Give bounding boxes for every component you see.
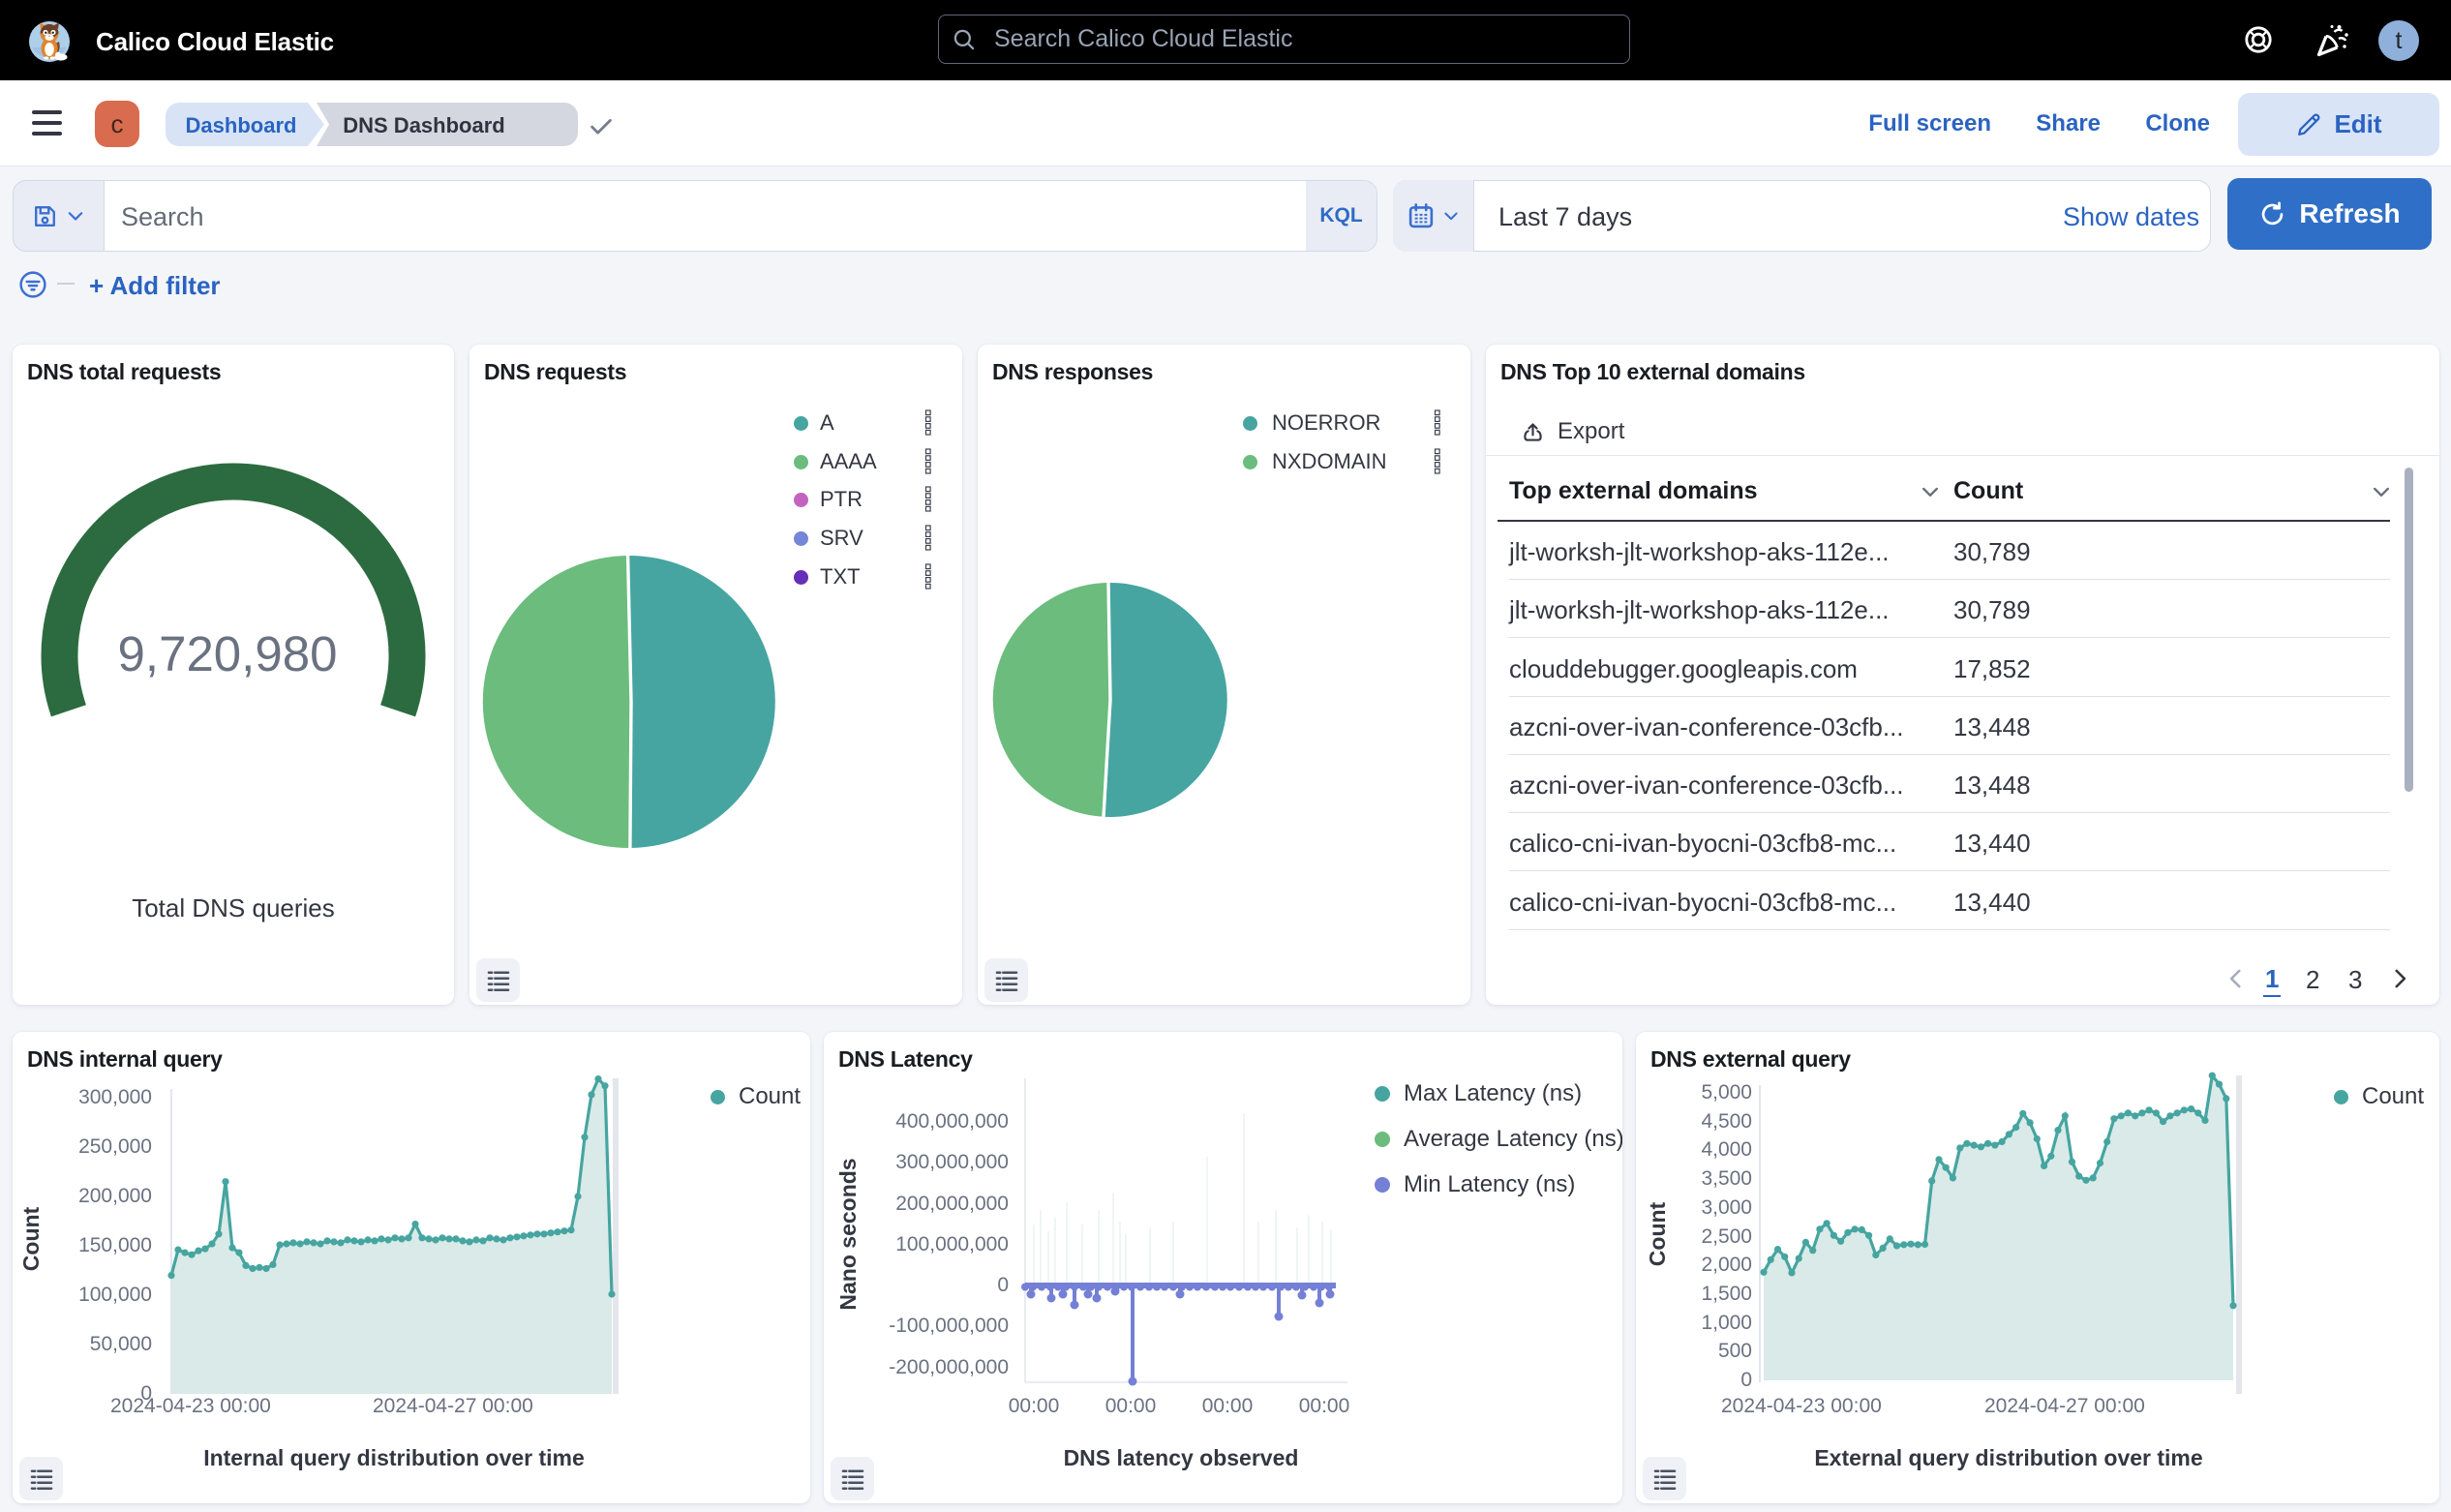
svg-text:Nano seconds: Nano seconds [835, 1158, 861, 1310]
svg-text:Dashboard: Dashboard [186, 113, 297, 137]
svg-text:DNS Dashboard: DNS Dashboard [343, 113, 504, 137]
